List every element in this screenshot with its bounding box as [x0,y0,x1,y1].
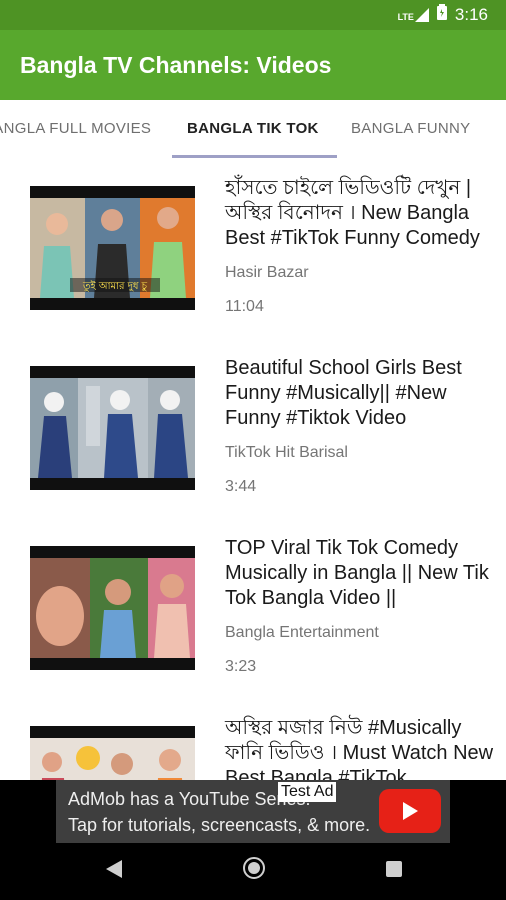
svg-text:তুই আমার দুধ চু: তুই আমার দুধ চু [82,280,148,292]
video-title[interactable]: হাঁসতে চাইলে ভিডিওটি দেখুন | অস্থির বিনো… [225,176,500,251]
tab-bangla-tik-tok[interactable]: BANGLA TIK TOK [187,120,319,137]
play-icon [403,802,418,820]
tab-bangla-funny[interactable]: BANGLA FUNNY [351,120,470,137]
channel-name: Hasir Bazar [225,264,309,281]
battery-icon [436,4,447,25]
video-thumbnail[interactable] [30,366,195,490]
ad-headline[interactable]: AdMob has a YouTube Series! [68,789,311,810]
video-item[interactable]: অস্থির মজার নিউ #Musically ফানি ভিডিও । … [0,698,506,780]
ad-subtext[interactable]: Tap for tutorials, screencasts, & more. [68,815,370,836]
recents-icon[interactable] [385,860,403,883]
status-time: 3:16 [454,4,488,24]
status-icons: LTE 3:16 [398,4,488,25]
video-list[interactable]: তুই আমার দুধ চু হাঁসতে চাইলে ভিডিওটি দেখ… [0,158,506,780]
ad-content[interactable]: AdMob has a YouTube Series! Tap for tuto… [56,780,450,843]
lte-signal-icon: LTE [397,7,429,22]
home-icon[interactable] [242,856,266,885]
video-title[interactable]: TOP Viral Tik Tok Comedy Musically in Ba… [225,536,500,611]
youtube-logo-icon[interactable] [379,789,441,833]
back-icon[interactable] [104,858,124,885]
video-title[interactable]: অস্থির মজার নিউ #Musically ফানি ভিডিও । … [225,716,500,780]
video-thumbnail[interactable]: তুই আমার দুধ চু [30,186,195,310]
video-duration: 3:23 [225,658,257,675]
tab-bar: BANGLA FULL MOVIES BANGLA TIK TOK BANGLA… [0,100,506,158]
channel-name: Bangla Entertainment [225,624,379,641]
status-bar: LTE 3:16 [0,0,506,30]
video-item[interactable]: TOP Viral Tik Tok Comedy Musically in Ba… [0,518,506,698]
video-duration: 11:04 [225,298,264,315]
video-thumbnail[interactable] [30,726,195,780]
video-item[interactable]: তুই আমার দুধ চু হাঁসতে চাইলে ভিডিওটি দেখ… [0,158,506,338]
ad-banner[interactable]: AdMob has a YouTube Series! Tap for tuto… [0,780,506,843]
system-navigation-bar [0,843,506,900]
video-thumbnail[interactable] [30,546,195,670]
app-bar: Bangla TV Channels: Videos [0,30,506,100]
network-type: LTE [397,11,414,22]
channel-name: TikTok Hit Barisal [225,444,348,461]
test-ad-label: Test Ad [278,782,337,802]
video-item[interactable]: Beautiful School Girls Best Funny #Music… [0,338,506,518]
video-title[interactable]: Beautiful School Girls Best Funny #Music… [225,356,500,431]
video-duration: 3:44 [225,478,257,495]
tab-bangla-full-movies[interactable]: BANGLA FULL MOVIES [0,120,151,137]
app-title: Bangla TV Channels: Videos [20,52,332,78]
